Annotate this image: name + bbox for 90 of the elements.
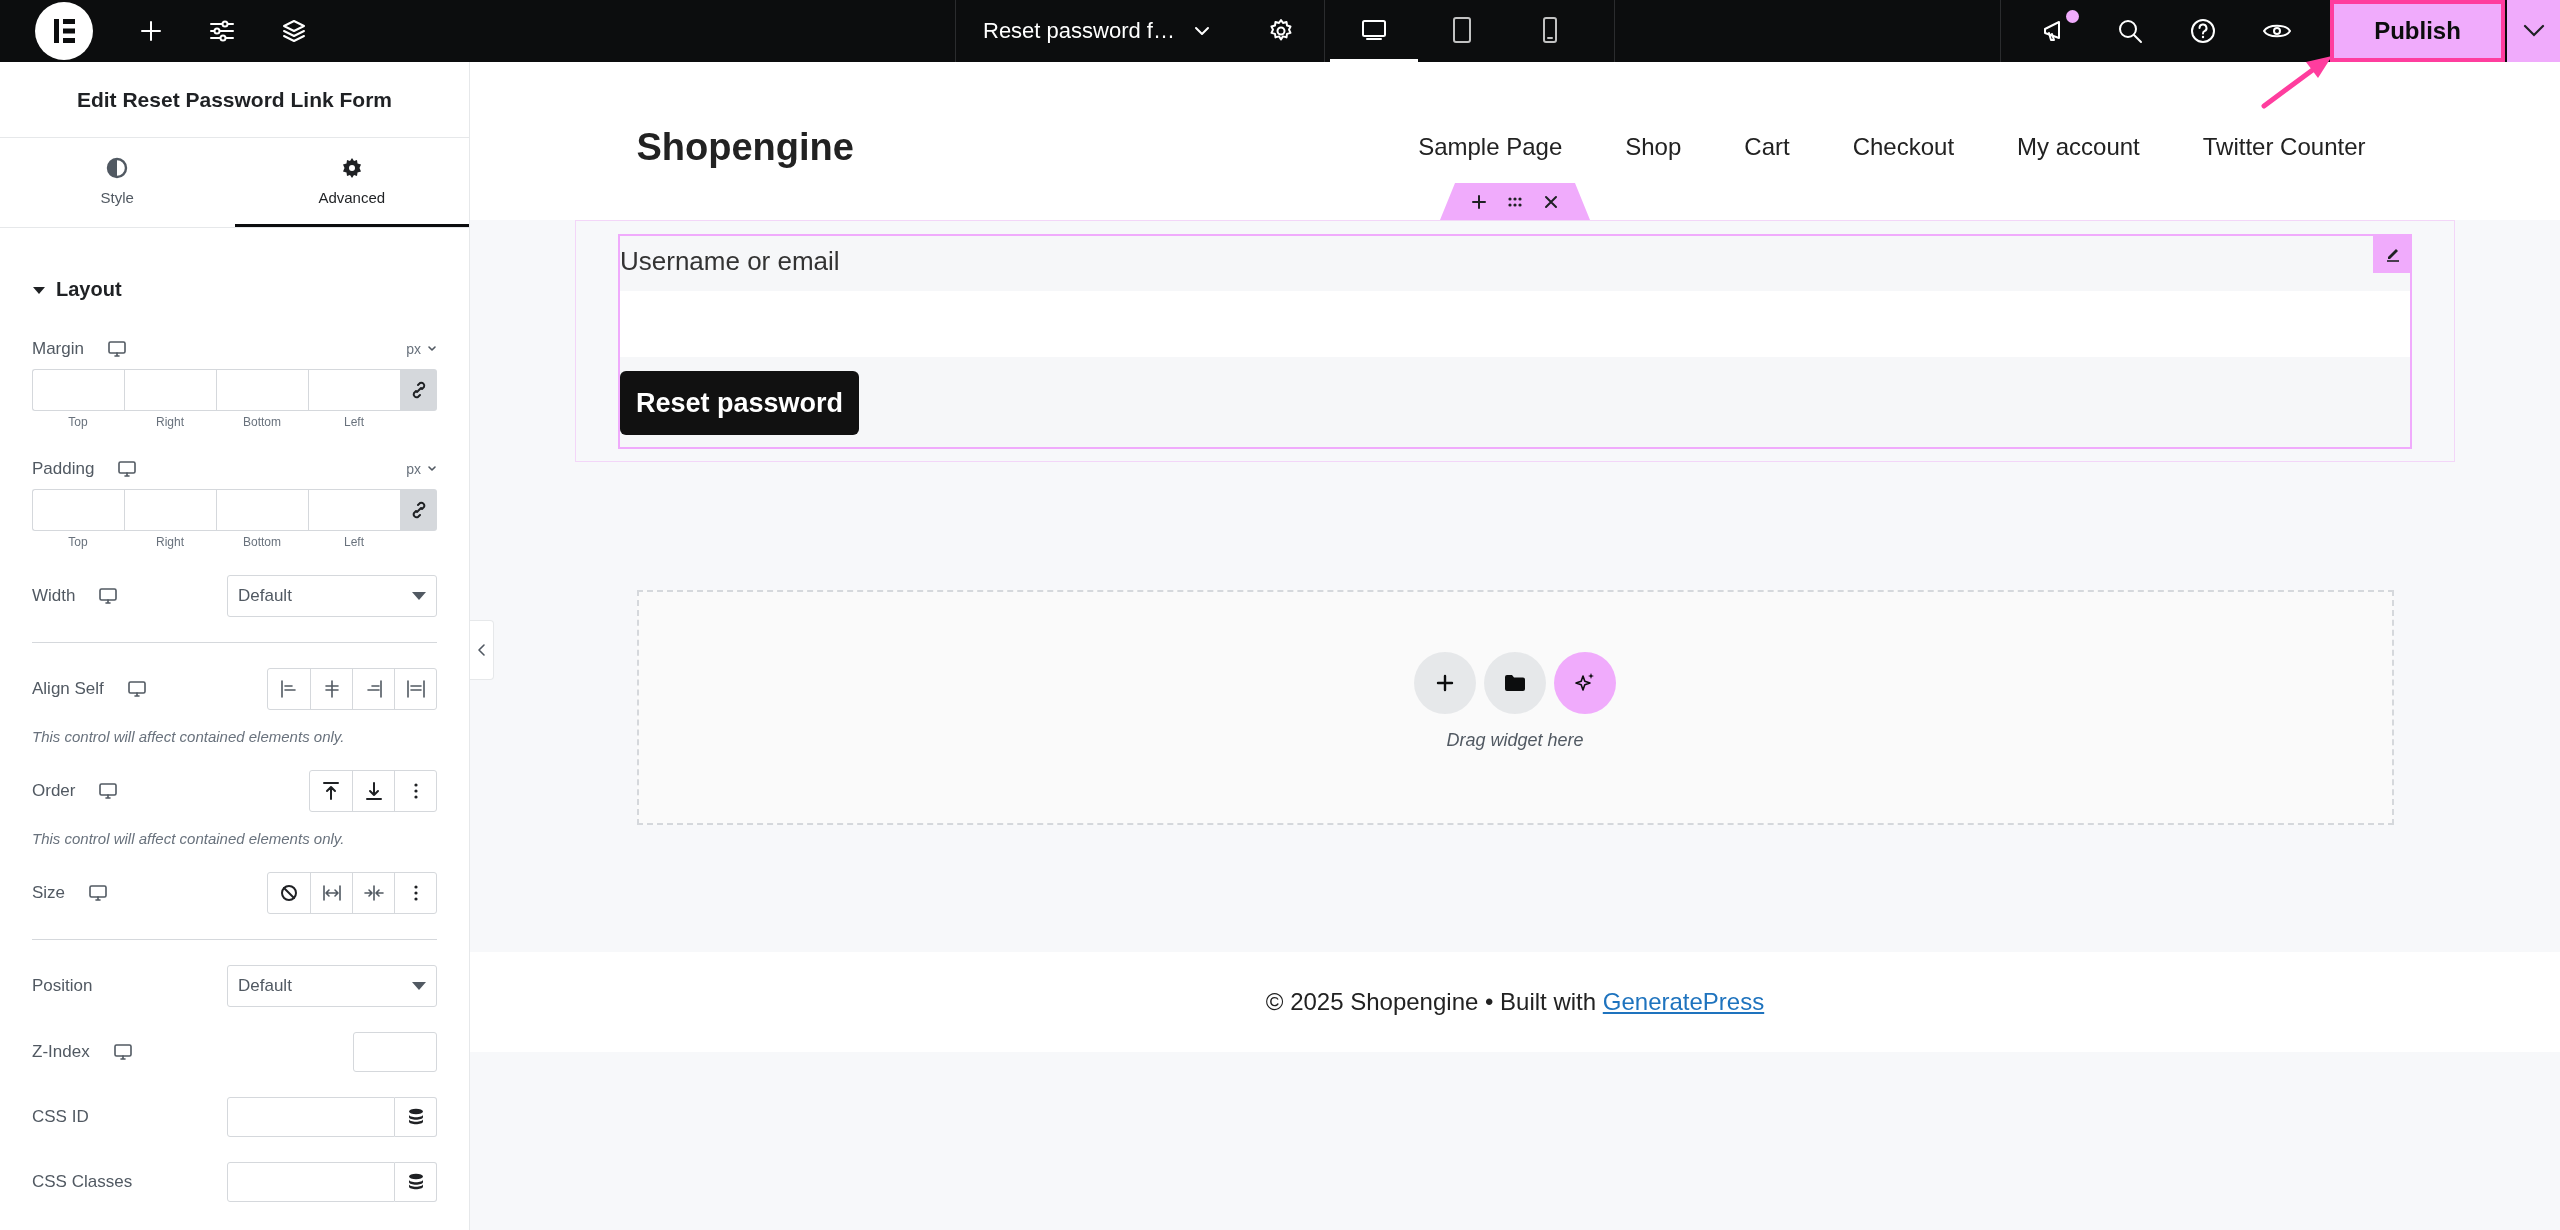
align-stretch-icon [404, 678, 427, 700]
add-icon [1435, 673, 1455, 693]
dynamic-tags-button[interactable] [395, 1097, 437, 1137]
dimension-input[interactable] [308, 369, 400, 411]
layers-icon[interactable] [281, 18, 307, 44]
drop-hint: Drag widget here [1446, 730, 1584, 751]
dimension-input[interactable] [308, 489, 400, 531]
sliders-icon[interactable] [209, 19, 235, 43]
help-text: This control will affect contained elements only. [32, 830, 346, 847]
add-icon[interactable] [1471, 193, 1487, 210]
expand-horizontal-icon [320, 882, 343, 904]
nav-link[interactable]: Sample Page [1418, 133, 1563, 161]
logo-icon[interactable] [35, 2, 93, 60]
select-dropdown[interactable]: Default [227, 965, 437, 1007]
text-input[interactable] [227, 1097, 395, 1137]
control-label: CSS Classes [32, 1172, 133, 1192]
nav-link[interactable]: Checkout [1852, 133, 1955, 161]
section-toggle[interactable]: Layout [32, 278, 437, 301]
control-label: Padding [32, 459, 95, 479]
side-label: Bottom [242, 415, 282, 429]
folder-icon [1504, 674, 1526, 692]
chevron-down-icon [427, 465, 437, 473]
dimension-input[interactable] [216, 369, 308, 411]
chevron-down-icon [1192, 25, 1211, 37]
add-icon[interactable] [139, 19, 163, 43]
side-label: Left [343, 535, 365, 549]
dimension-input[interactable] [124, 369, 216, 411]
contrast-icon [106, 156, 129, 179]
help-icon[interactable] [2189, 17, 2217, 45]
side-label: Bottom [242, 535, 282, 549]
link-values-button[interactable] [400, 489, 437, 531]
chevron-down-icon [2521, 23, 2546, 39]
side-label: Right [155, 535, 185, 549]
dimension-input[interactable] [32, 369, 124, 411]
close-icon[interactable] [1543, 193, 1559, 210]
nav-link[interactable]: My account [2017, 133, 2140, 161]
site-title[interactable]: Shopengine [636, 125, 854, 169]
mobile-icon [1542, 16, 1558, 43]
settings-icon [340, 156, 363, 179]
publish-options-button[interactable] [2505, 0, 2560, 62]
reset-password-button[interactable]: Reset password [620, 371, 860, 435]
database-icon [407, 1173, 424, 1191]
publish-button[interactable]: Publish [2330, 0, 2505, 62]
no-entry-icon [278, 882, 300, 904]
tablet-icon [1451, 15, 1473, 44]
panel-tab[interactable]: Style [0, 138, 235, 227]
unit-dropdown[interactable]: px [406, 341, 437, 357]
control-label: CSS ID [32, 1107, 89, 1127]
side-label: Top [67, 415, 89, 429]
control-label: Width [32, 586, 76, 606]
arrow-up-to-line-icon [320, 780, 342, 802]
control-label: Z-Index [32, 1042, 90, 1062]
search-icon[interactable] [2116, 17, 2144, 45]
footer-text: © 2025 Shopengine • Built with GeneratePress [1265, 988, 1765, 1016]
document-title-dropdown[interactable]: Reset password f… [983, 18, 1211, 44]
nav-link[interactable]: Cart [1744, 133, 1790, 161]
control-label: Order [32, 781, 76, 801]
shrink-horizontal-icon [362, 882, 385, 904]
help-text: This control will affect contained elements only. [32, 728, 346, 745]
dynamic-tags-button[interactable] [395, 1162, 437, 1202]
select-dropdown[interactable]: Default [227, 575, 437, 617]
footer-link[interactable]: GeneratePress [1602, 988, 1765, 1015]
side-label: Left [343, 415, 365, 429]
nav-link[interactable]: Twitter Counter [2202, 133, 2366, 161]
side-label: Top [67, 535, 89, 549]
chevron-down-icon [427, 345, 437, 353]
text-input[interactable] [227, 1162, 395, 1202]
unit-dropdown[interactable]: px [406, 461, 437, 477]
number-input[interactable] [353, 1032, 437, 1072]
control-label: Position [32, 976, 93, 996]
control-label: Align Self [32, 679, 104, 699]
nav-link[interactable]: Shop [1625, 133, 1682, 161]
username-input[interactable] [620, 291, 2410, 357]
link-values-button[interactable] [400, 369, 437, 411]
caret-down-icon [412, 982, 426, 990]
field-label: Username or email [620, 245, 840, 278]
control-label: Margin [32, 339, 84, 359]
panel-title: Edit Reset Password Link Form [0, 62, 469, 138]
more-vertical-icon [413, 885, 418, 901]
control-label: Size [32, 883, 66, 903]
caret-down-icon [412, 592, 426, 600]
dimension-input[interactable] [124, 489, 216, 531]
desktop-icon [1361, 18, 1387, 41]
chevron-left-icon [476, 643, 487, 657]
side-label: Right [155, 415, 185, 429]
edit-widget-button[interactable] [2373, 234, 2412, 273]
more-vertical-icon [413, 783, 418, 799]
dimension-input[interactable] [32, 489, 124, 531]
database-icon [407, 1108, 424, 1126]
dimension-input[interactable] [216, 489, 308, 531]
